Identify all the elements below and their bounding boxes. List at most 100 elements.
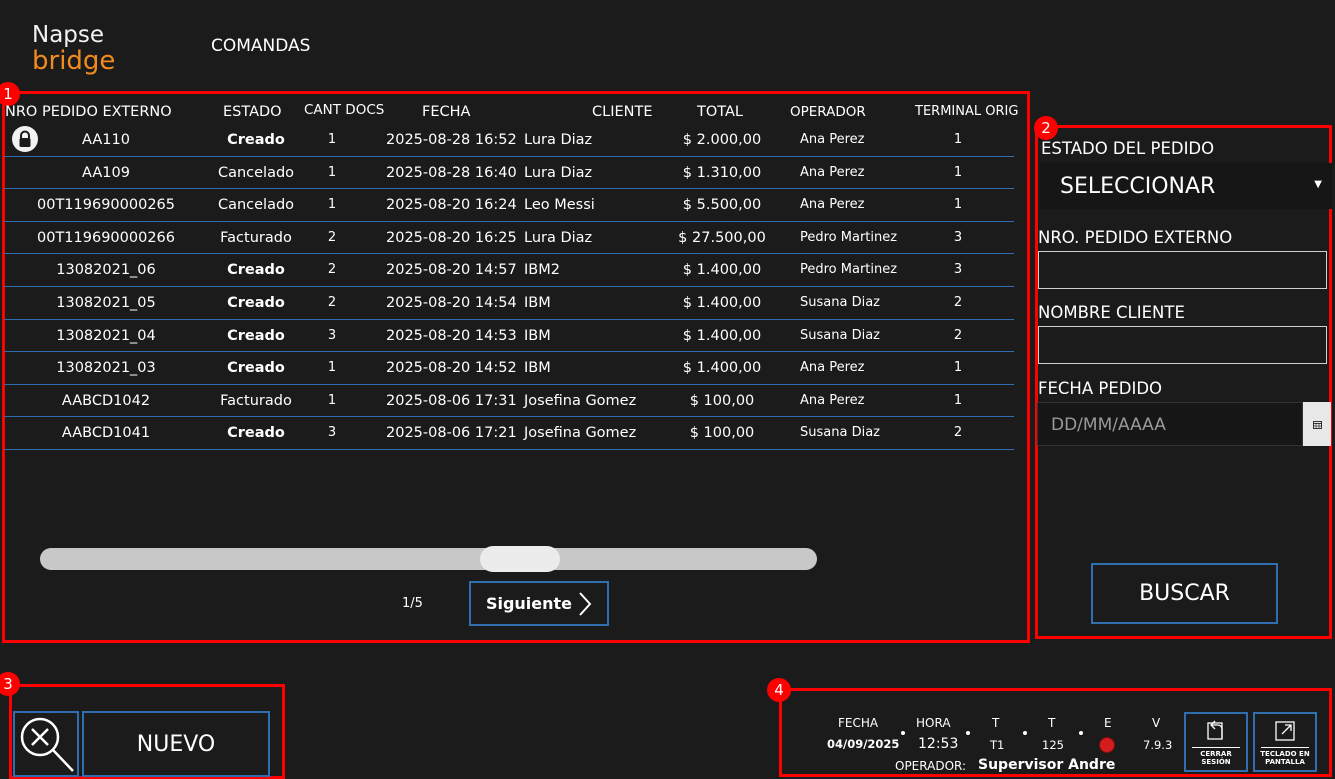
divider: [1261, 747, 1309, 748]
cell-estado: Creado: [227, 262, 285, 279]
cell-cant: 1: [327, 164, 337, 180]
cell-estado: Creado: [227, 360, 285, 377]
status-version-value: 7.9.3: [1143, 738, 1173, 752]
cell-estado: Creado: [227, 132, 285, 148]
expand-keyboard-icon: [1275, 721, 1295, 741]
calendar-icon[interactable]: [1303, 402, 1331, 446]
cell-total: $ 2.000,00: [682, 132, 762, 148]
cell-operador: Susana Diaz: [800, 425, 880, 441]
cell-fecha: 2025-08-20 14:57: [386, 262, 517, 279]
horizontal-scrollbar[interactable]: [40, 548, 817, 570]
cell-cant: 1: [327, 360, 337, 376]
divider: [1192, 747, 1240, 748]
status-fecha-value: 04/09/2025: [827, 737, 900, 751]
cell-terminal: 3: [953, 262, 963, 278]
cell-cliente: Josefina Gomez: [524, 425, 637, 442]
cell-operador: Ana Perez: [800, 360, 865, 376]
cell-terminal: 1: [953, 164, 963, 180]
cell-fecha: 2025-08-28 16:40: [386, 164, 517, 181]
cell-total: $ 1.400,00: [682, 327, 762, 344]
status-fecha-label: FECHA: [838, 716, 879, 730]
estado-label: ESTADO DEL PEDIDO: [1041, 139, 1215, 158]
cell-cant: 2: [327, 229, 337, 245]
teclado-en-pantalla-button[interactable]: TECLADO EN PANTALLA: [1253, 712, 1317, 772]
cell-fecha: 2025-08-20 16:25: [386, 229, 517, 246]
fecha-pedido-input[interactable]: DD/MM/AAAA: [1037, 402, 1303, 446]
search-button[interactable]: BUSCAR: [1091, 563, 1278, 624]
page-indicator: 1/5: [402, 596, 423, 611]
cell-cliente: IBM: [524, 327, 551, 344]
cell-total: $ 100,00: [689, 425, 755, 442]
column-header-total[interactable]: TOTAL: [697, 104, 743, 120]
nuevo-button[interactable]: NUEVO: [82, 711, 270, 777]
cell-operador: Ana Perez: [800, 197, 865, 213]
logout-icon: [1207, 720, 1223, 740]
cell-operador: Pedro Martinez: [800, 229, 898, 245]
cell-estado: Facturado: [220, 392, 292, 409]
cell-estado: Facturado: [220, 229, 292, 246]
cell-cant: 3: [327, 425, 337, 441]
cell-cliente: Lura Diaz: [524, 132, 593, 148]
cell-nro: AA109: [82, 164, 130, 181]
estado-select[interactable]: SELECCIONAR ▼: [1040, 163, 1332, 209]
cell-cant: 1: [327, 392, 337, 408]
status-v-label: V: [1152, 716, 1161, 730]
cell-estado: Creado: [227, 295, 285, 311]
cell-total: $ 27.500,00: [678, 229, 766, 246]
cerrar-sesion-label-1: CERRAR: [1200, 750, 1232, 758]
column-header-nro[interactable]: NRO PEDIDO EXTERNO: [5, 104, 172, 120]
cell-cant: 2: [327, 295, 337, 310]
cell-operador: Susana Diaz: [800, 327, 880, 343]
cell-terminal: 2: [953, 327, 963, 343]
column-header-fecha[interactable]: FECHA: [422, 104, 470, 120]
cerrar-sesion-label-2: SESIÓN: [1201, 758, 1231, 766]
cell-cliente: IBM: [524, 360, 551, 377]
column-header-estado[interactable]: ESTADO: [223, 104, 282, 120]
column-header-terminal[interactable]: TERMINAL ORIG: [915, 104, 1018, 119]
magnifier-close-icon: [20, 717, 74, 772]
cell-cliente: Leo Messi: [524, 197, 595, 214]
status-separator: [966, 731, 970, 735]
status-hora-value: 12:53: [918, 736, 959, 752]
status-hora-label: HORA: [916, 716, 951, 730]
page-title: COMANDAS: [211, 36, 311, 56]
zoom-out-button[interactable]: [13, 711, 79, 777]
cell-cliente: Lura Diaz: [524, 164, 593, 181]
next-page-button[interactable]: Siguiente: [469, 581, 609, 626]
cell-fecha: 2025-08-06 17:31: [386, 392, 517, 409]
cell-operador: Ana Perez: [800, 132, 865, 147]
annotation-badge-2: 2: [1034, 116, 1058, 140]
status-t2-value: 125: [1042, 738, 1064, 752]
column-header-cliente[interactable]: CLIENTE: [592, 104, 653, 120]
cell-operador: Pedro Martinez: [800, 262, 898, 278]
scrollbar-thumb[interactable]: [480, 546, 560, 572]
cell-total: $ 1.400,00: [682, 262, 762, 279]
cell-estado: Creado: [227, 425, 285, 442]
cell-nro: 13082021_06: [56, 262, 156, 279]
cell-total: $ 1.310,00: [682, 164, 762, 181]
cell-nro: AABCD1042: [61, 392, 151, 409]
cell-terminal: 1: [953, 132, 963, 147]
nro-pedido-input[interactable]: [1038, 251, 1327, 289]
status-operador-value: Supervisor Andre: [978, 757, 1116, 773]
cell-estado: Cancelado: [217, 164, 295, 181]
cell-operador: Susana Diaz: [800, 295, 880, 310]
cell-total: $ 5.500,00: [682, 197, 762, 214]
cell-fecha: 2025-08-06 17:21: [386, 425, 517, 442]
cell-nro: AABCD1041: [61, 425, 151, 442]
cell-terminal: 3: [953, 229, 963, 245]
nombre-cliente-input[interactable]: [1038, 326, 1327, 364]
cell-nro: 13082021_03: [56, 360, 156, 377]
connection-status-led: [1099, 737, 1115, 753]
cell-total: $ 1.400,00: [682, 360, 762, 377]
cell-cant: 1: [327, 132, 337, 147]
status-t1-label: T: [992, 716, 1000, 730]
cell-cant: 3: [327, 327, 337, 343]
cell-total: $ 1.400,00: [682, 295, 762, 311]
status-operador-label: OPERADOR:: [895, 759, 967, 773]
cerrar-sesion-button[interactable]: CERRAR SESIÓN: [1184, 712, 1248, 772]
column-header-cant-docs[interactable]: CANT DOCS: [304, 102, 384, 118]
cell-total: $ 100,00: [689, 392, 755, 409]
fecha-pedido-placeholder: DD/MM/AAAA: [1051, 415, 1166, 435]
column-header-operador[interactable]: OPERADOR: [790, 104, 866, 120]
